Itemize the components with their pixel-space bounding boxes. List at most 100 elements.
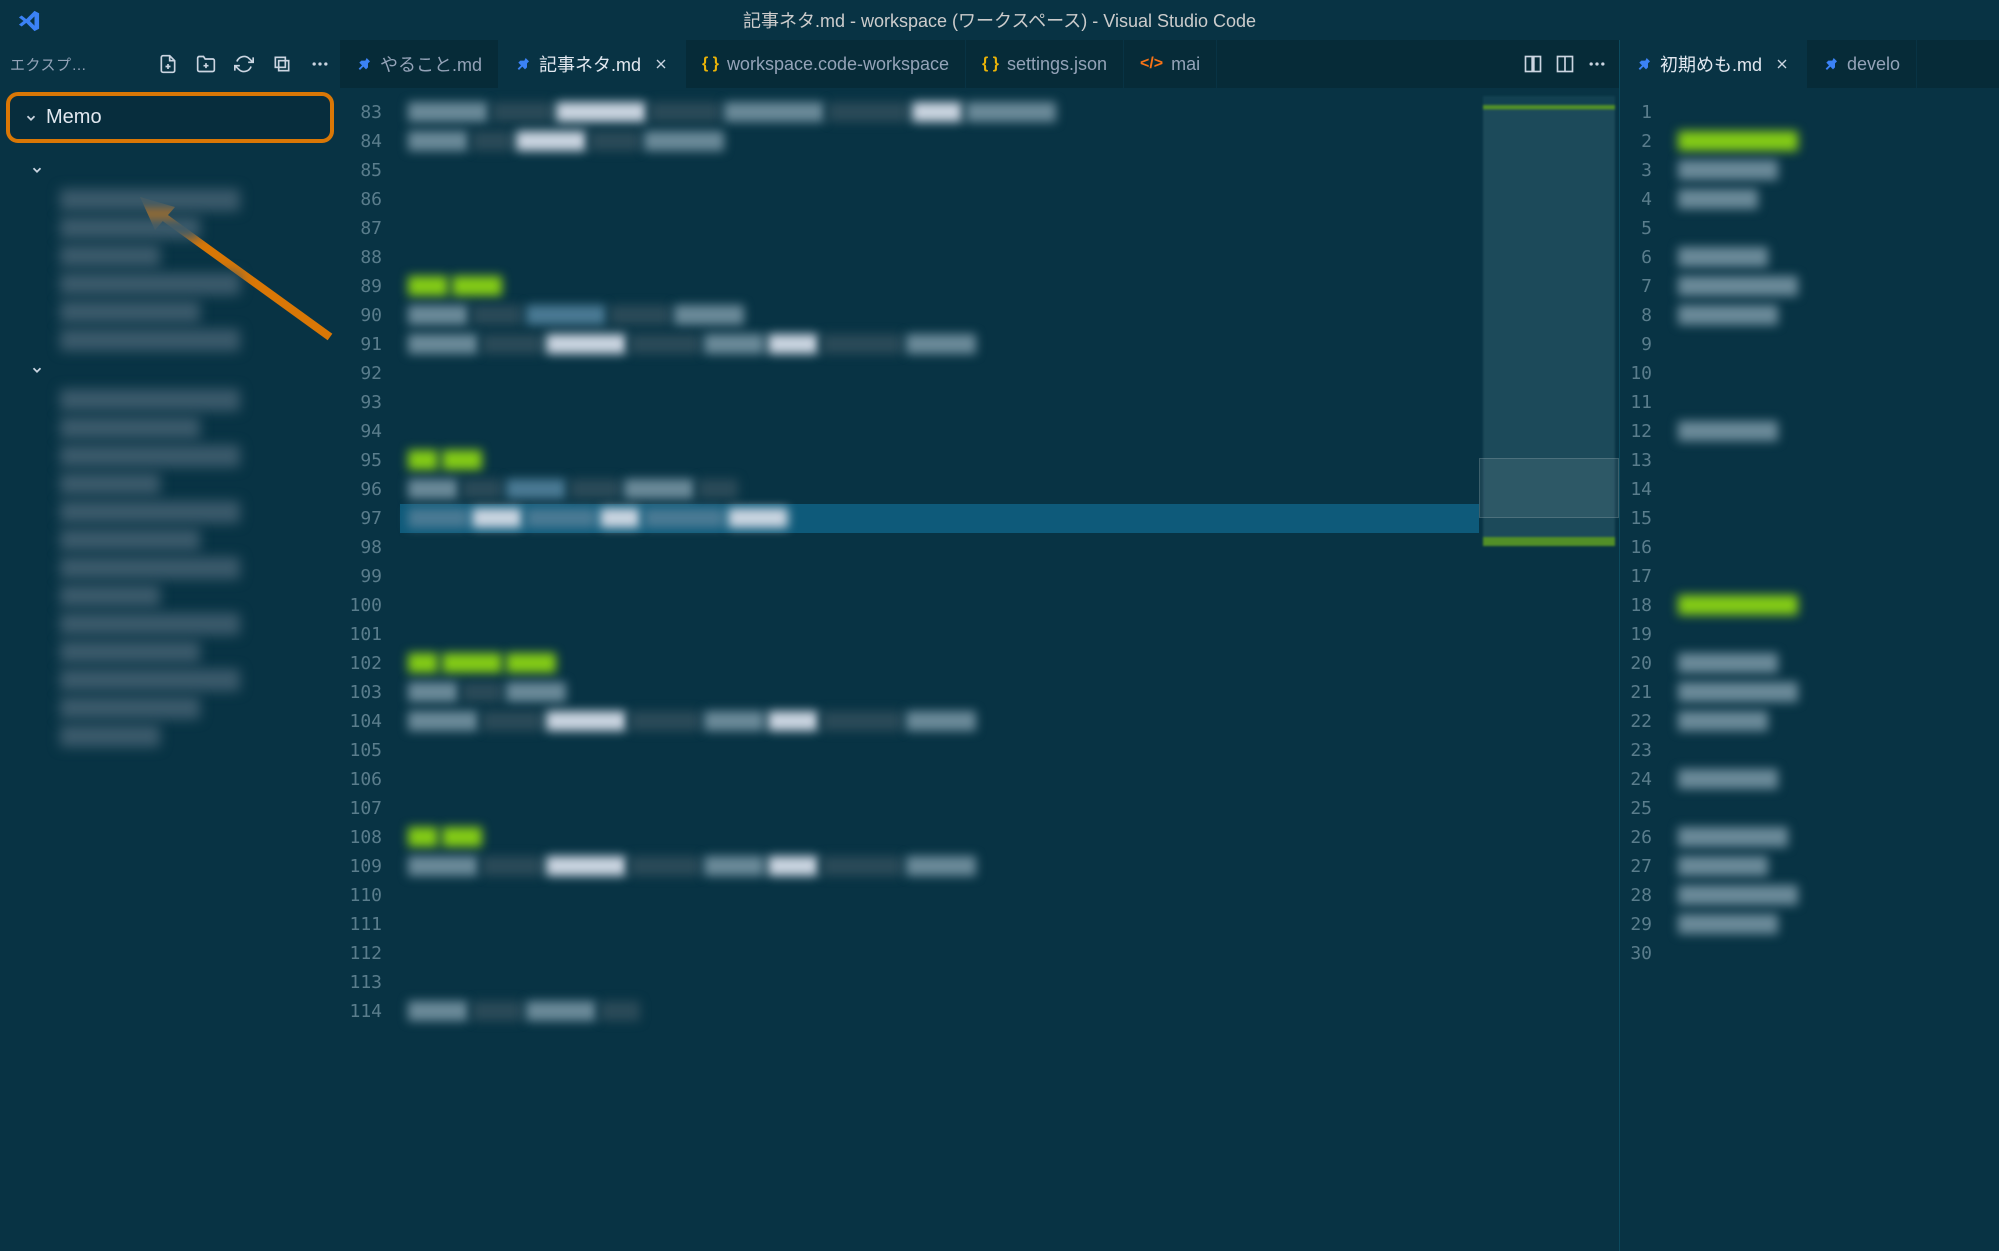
code-line[interactable]	[1670, 243, 1999, 272]
tree-item[interactable]	[60, 725, 160, 747]
tree-item[interactable]	[60, 641, 200, 663]
code-area-left[interactable]	[400, 88, 1479, 1251]
code-line[interactable]	[400, 185, 1479, 214]
code-line[interactable]	[400, 475, 1479, 504]
code-line[interactable]	[1670, 678, 1999, 707]
code-line[interactable]	[1670, 881, 1999, 910]
new-folder-icon[interactable]	[196, 54, 216, 74]
tree-item[interactable]	[60, 669, 240, 691]
code-line[interactable]	[1670, 939, 1999, 968]
code-line[interactable]	[1670, 446, 1999, 475]
code-line[interactable]	[400, 359, 1479, 388]
code-line[interactable]	[400, 910, 1479, 939]
close-icon[interactable]	[653, 56, 669, 72]
tab-yarukoto[interactable]: やること.md	[340, 40, 499, 88]
code-line[interactable]	[400, 997, 1479, 1026]
code-line[interactable]	[1670, 823, 1999, 852]
code-line[interactable]	[1670, 156, 1999, 185]
code-line[interactable]	[1670, 533, 1999, 562]
minimap[interactable]	[1479, 88, 1619, 1251]
code-line[interactable]	[400, 127, 1479, 156]
more-icon[interactable]	[1587, 54, 1607, 74]
collapse-all-icon[interactable]	[272, 54, 292, 74]
code-line[interactable]	[400, 446, 1479, 475]
code-line[interactable]	[1670, 765, 1999, 794]
new-file-icon[interactable]	[158, 54, 178, 74]
tab-kijineta[interactable]: 記事ネタ.md	[499, 40, 686, 88]
code-line[interactable]	[1670, 852, 1999, 881]
code-line[interactable]	[400, 852, 1479, 881]
memo-section-highlight[interactable]: Memo	[6, 92, 334, 143]
minimap-viewport[interactable]	[1479, 458, 1619, 518]
tree-item[interactable]	[60, 529, 200, 551]
code-line[interactable]	[1670, 359, 1999, 388]
tree-item[interactable]	[60, 389, 240, 411]
tree-item[interactable]	[60, 189, 240, 211]
code-line[interactable]	[1670, 504, 1999, 533]
code-line[interactable]	[400, 243, 1479, 272]
code-line[interactable]	[1670, 301, 1999, 330]
code-line[interactable]	[1670, 214, 1999, 243]
code-line[interactable]	[400, 98, 1479, 127]
code-line[interactable]	[1670, 330, 1999, 359]
tree-item[interactable]	[60, 585, 160, 607]
refresh-icon[interactable]	[234, 54, 254, 74]
tree-item[interactable]	[60, 697, 200, 719]
code-line[interactable]	[400, 939, 1479, 968]
code-line[interactable]	[400, 736, 1479, 765]
code-line[interactable]	[400, 533, 1479, 562]
code-line[interactable]	[1670, 794, 1999, 823]
code-line[interactable]	[400, 562, 1479, 591]
tree-item[interactable]	[60, 501, 240, 523]
tree-item[interactable]	[60, 417, 200, 439]
code-line[interactable]	[400, 823, 1479, 852]
tree-item[interactable]	[60, 557, 240, 579]
code-line[interactable]	[400, 330, 1479, 359]
code-line[interactable]	[400, 707, 1479, 736]
tab-develo[interactable]: develo	[1807, 40, 1917, 88]
tree-item[interactable]	[60, 245, 160, 267]
tree-folder[interactable]	[20, 357, 340, 383]
split-icon[interactable]	[1555, 54, 1575, 74]
code-line[interactable]	[1670, 185, 1999, 214]
tree-item[interactable]	[60, 273, 240, 295]
code-line[interactable]	[400, 272, 1479, 301]
code-line[interactable]	[400, 591, 1479, 620]
tree-item[interactable]	[60, 445, 240, 467]
editor-body-right[interactable]: 1234567891011121314151617181920212223242…	[1620, 88, 1999, 1251]
code-line[interactable]	[400, 214, 1479, 243]
tree-item[interactable]	[60, 301, 200, 323]
tab-mai[interactable]: </> mai	[1124, 40, 1217, 88]
code-line[interactable]	[400, 678, 1479, 707]
code-line[interactable]	[400, 649, 1479, 678]
code-line[interactable]	[400, 794, 1479, 823]
code-line[interactable]	[1670, 649, 1999, 678]
code-line[interactable]	[400, 301, 1479, 330]
code-line[interactable]	[400, 504, 1479, 533]
code-line[interactable]	[1670, 98, 1999, 127]
code-line[interactable]	[1670, 591, 1999, 620]
code-line[interactable]	[1670, 910, 1999, 939]
tree-item[interactable]	[60, 329, 240, 351]
tree-item[interactable]	[60, 217, 200, 239]
code-line[interactable]	[400, 881, 1479, 910]
code-line[interactable]	[400, 388, 1479, 417]
code-line[interactable]	[1670, 475, 1999, 504]
code-line[interactable]	[1670, 127, 1999, 156]
code-line[interactable]	[1670, 272, 1999, 301]
code-line[interactable]	[400, 156, 1479, 185]
code-line[interactable]	[400, 620, 1479, 649]
code-line[interactable]	[400, 968, 1479, 997]
tree-item[interactable]	[60, 473, 160, 495]
code-line[interactable]	[1670, 736, 1999, 765]
tree-item[interactable]	[60, 613, 240, 635]
code-line[interactable]	[1670, 620, 1999, 649]
editor-body-left[interactable]: 8384858687888990919293949596979899100101…	[340, 88, 1619, 1251]
code-line[interactable]	[400, 417, 1479, 446]
close-icon[interactable]	[1774, 56, 1790, 72]
code-line[interactable]	[1670, 707, 1999, 736]
preview-icon[interactable]	[1523, 54, 1543, 74]
code-line[interactable]	[1670, 417, 1999, 446]
code-line[interactable]	[1670, 388, 1999, 417]
tab-shokimemo[interactable]: 初期めも.md	[1620, 40, 1807, 88]
